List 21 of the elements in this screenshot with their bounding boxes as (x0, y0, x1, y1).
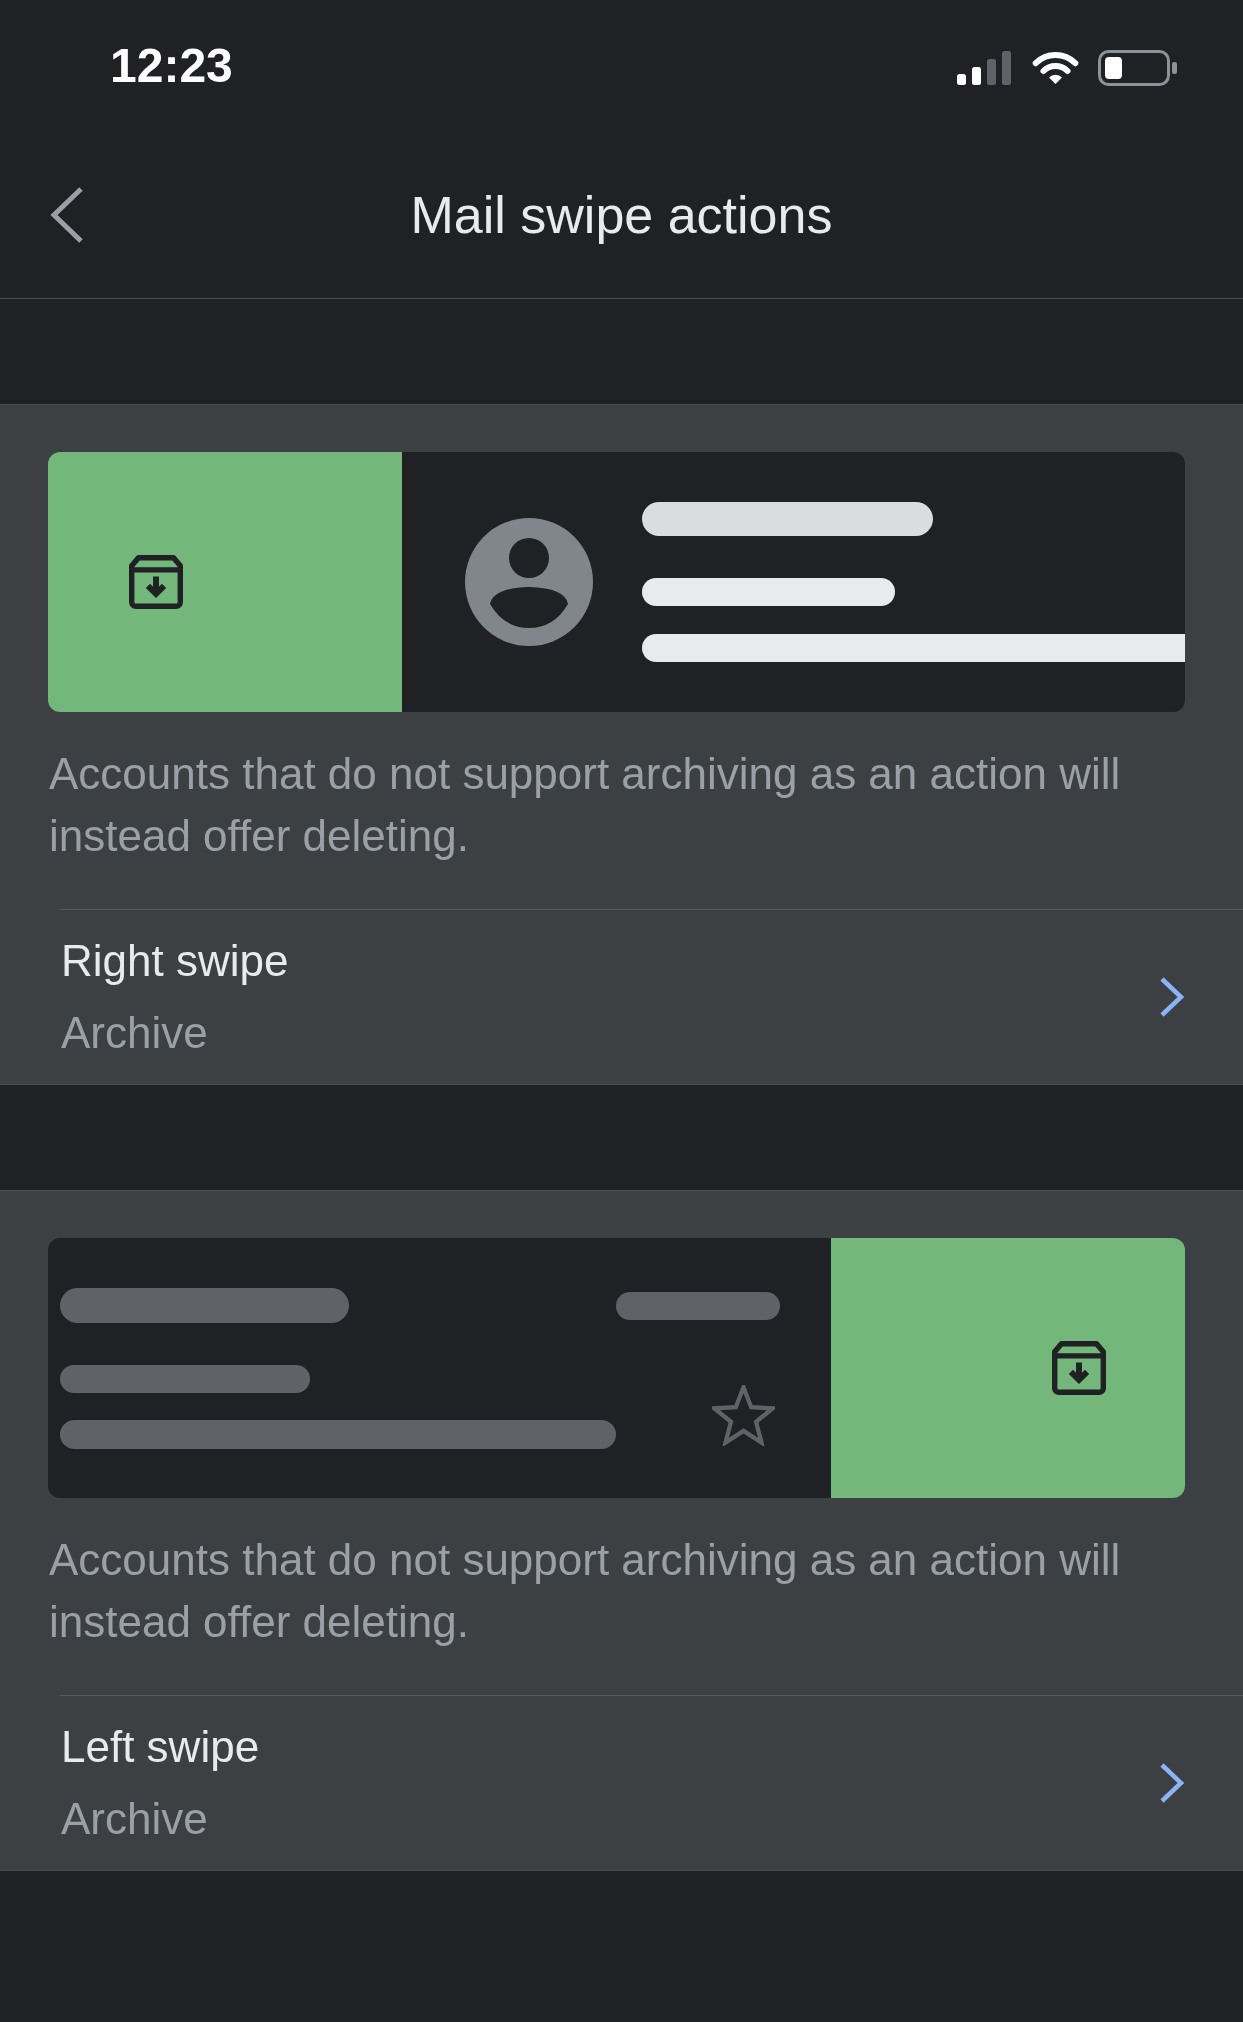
chevron-right-icon (1159, 1762, 1185, 1804)
signal-icon (957, 51, 1011, 85)
section-note: Accounts that do not support archiving as an action will instead offer deleting. (49, 748, 1122, 862)
chevron-right-icon (1159, 976, 1185, 1018)
status-time: 12:23 (110, 38, 233, 94)
swipe-setting-row[interactable]: Left swipe Archive (60, 1695, 1243, 1870)
archive-icon (1052, 1341, 1106, 1395)
archive-icon (129, 555, 183, 609)
setting-value: Archive (61, 1793, 209, 1845)
battery-icon (1098, 50, 1177, 86)
star-icon (712, 1385, 775, 1446)
setting-value: Archive (61, 1007, 209, 1059)
page-title: Mail swipe actions (410, 185, 833, 246)
avatar-icon (465, 518, 593, 646)
section-note: Accounts that do not support archiving as an action will instead offer deleting. (49, 1534, 1122, 1648)
setting-label: Right swipe (61, 935, 289, 987)
back-chevron-icon (49, 186, 85, 244)
back-button[interactable] (49, 186, 85, 244)
swipe-setting-row[interactable]: Right swipe Archive (60, 909, 1243, 1084)
wifi-icon (1031, 51, 1080, 85)
setting-label: Left swipe (61, 1721, 260, 1773)
